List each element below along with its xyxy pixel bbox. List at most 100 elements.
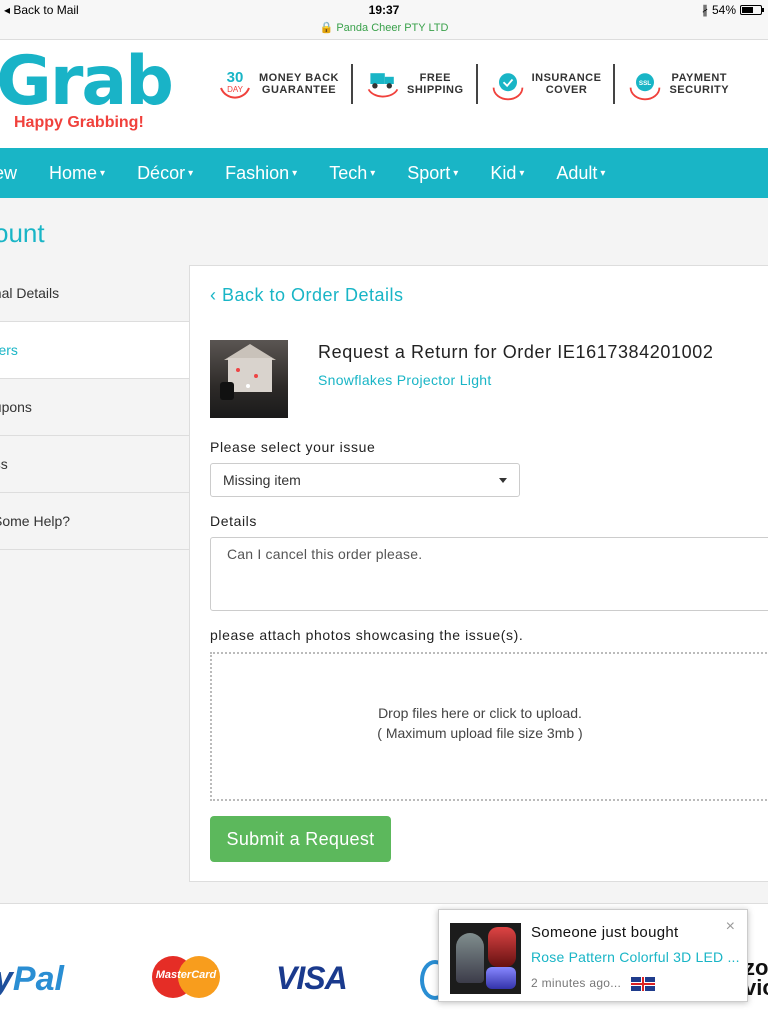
- toast-img-part: [486, 967, 516, 989]
- bluetooth-icon: ∦: [701, 3, 708, 17]
- truck-icon: [365, 66, 401, 102]
- status-bar: ◂ Back to Mail 19:37 🔒 Panda Cheer PTY L…: [0, 0, 768, 40]
- sidebar-item-address[interactable]: ess: [0, 436, 190, 493]
- battery-icon: [740, 5, 764, 15]
- sidebar-item-label: oupons: [0, 399, 32, 415]
- 30-day-sub: DAY: [227, 85, 244, 94]
- sidebar-item-label: rders: [0, 342, 18, 358]
- details-label: Details: [210, 513, 257, 529]
- badge-line1: MONEY BACK: [259, 72, 339, 84]
- badge-line2: GUARANTEE: [261, 84, 337, 96]
- caret-down-icon: ▾: [100, 168, 106, 180]
- uk-flag-icon: [631, 977, 655, 991]
- sidebar-item-personal-details[interactable]: onal Details: [0, 265, 190, 322]
- shield-icon: [490, 66, 526, 102]
- nav-item-tech[interactable]: Tech ▾: [313, 163, 391, 184]
- dropzone-line1: Drop files here or click to upload.: [378, 705, 582, 721]
- sidebar-item-label: l Some Help?: [0, 513, 71, 529]
- ssl-icon: SSL: [627, 66, 663, 102]
- nav-label: Home: [49, 162, 98, 183]
- caret-down-icon: ▾: [519, 168, 525, 180]
- nav-label: Décor: [137, 162, 186, 183]
- paypal-logo: yPal: [0, 960, 64, 999]
- chevron-down-icon: [499, 478, 507, 483]
- free-shipping-badge: FREE SHIPPING: [350, 64, 476, 104]
- 30-day-number: 30: [227, 69, 244, 86]
- battery-fill: [742, 7, 753, 13]
- file-dropzone[interactable]: Drop files here or click to upload. ( Ma…: [210, 652, 768, 801]
- request-title: Request a Return for Order IE16173842010…: [318, 342, 714, 362]
- payment-security-badge: SSL PAYMENT SECURITY: [613, 64, 741, 104]
- sidebar-item-label: ess: [0, 456, 8, 472]
- toast-img-part: [488, 927, 516, 967]
- dropzone-line2: ( Maximum upload file size 3mb ): [377, 725, 583, 741]
- nav-label: Tech: [329, 162, 368, 183]
- nav-item-kid[interactable]: Kid ▾: [474, 163, 540, 184]
- nav-item-new[interactable]: ew: [0, 163, 33, 184]
- nav-item-decor[interactable]: Décor ▾: [121, 163, 209, 184]
- badge-line1: PAYMENT: [671, 72, 728, 84]
- back-to-order-details-link[interactable]: ‹ Back to Order Details: [210, 285, 404, 306]
- insurance-badge: INSURANCE COVER: [475, 64, 614, 104]
- badge-line2: COVER: [545, 84, 588, 96]
- badge-line1: INSURANCE: [531, 72, 602, 84]
- logo-word: Grab: [0, 42, 174, 121]
- attach-label: please attach photos showcasing the issu…: [210, 627, 524, 643]
- nav-item-sport[interactable]: Sport ▾: [391, 163, 474, 184]
- thumb-dot: [236, 368, 240, 372]
- nav-item-fashion[interactable]: Fashion ▾: [209, 163, 313, 184]
- issue-select-value: Missing item: [223, 472, 301, 488]
- 30-day-icon: 30 DAY: [217, 66, 253, 102]
- nav-label: Sport: [407, 162, 451, 183]
- nav-item-home[interactable]: Home ▾: [33, 163, 121, 184]
- submit-request-button[interactable]: Submit a Request: [210, 816, 391, 862]
- page-title: ount: [0, 218, 45, 248]
- recent-purchase-toast[interactable]: Someone just bought Rose Pattern Colorfu…: [438, 909, 748, 1002]
- thumb-dot: [246, 384, 250, 388]
- visa-logo: VISA: [276, 960, 348, 996]
- thumb-house: [228, 358, 272, 392]
- product-link[interactable]: Snowflakes Projector Light: [318, 372, 492, 388]
- caret-down-icon: ▾: [370, 168, 376, 180]
- badge-line2: SHIPPING: [406, 84, 464, 96]
- clock: 19:37: [368, 3, 400, 17]
- site-header: Grab Happy Grabbing! 30 DAY MONEY BACK GU…: [0, 40, 768, 148]
- grab-logo[interactable]: Grab Happy Grabbing!: [0, 42, 174, 132]
- toast-product-link[interactable]: Rose Pattern Colorful 3D LED ...: [531, 949, 739, 965]
- toast-title: Someone just bought: [531, 924, 679, 941]
- issue-label: Please select your issue: [210, 439, 376, 455]
- mastercard-label: MasterCard: [155, 969, 217, 981]
- badge-line2: SECURITY: [669, 84, 730, 96]
- sidebar-item-coupons[interactable]: oupons: [0, 379, 190, 436]
- lock-icon: 🔒: [319, 22, 334, 34]
- sidebar-item-help[interactable]: l Some Help?: [0, 493, 190, 550]
- product-thumbnail[interactable]: [210, 340, 288, 418]
- paypal-part-b: Pal: [12, 960, 64, 998]
- thumb-dot: [254, 374, 258, 378]
- caret-down-icon: ▾: [292, 168, 298, 180]
- sidebar-item-label: onal Details: [0, 285, 60, 301]
- site-label: Panda Cheer PTY LTD: [336, 22, 449, 34]
- toast-img-part: [456, 933, 484, 983]
- issue-select[interactable]: Missing item: [210, 463, 520, 497]
- nav-item-adult[interactable]: Adult ▾: [540, 163, 621, 184]
- trust-badges: 30 DAY MONEY BACK GUARANTEE FREE SHIPPING: [205, 64, 741, 104]
- money-back-badge: 30 DAY MONEY BACK GUARANTEE: [205, 64, 351, 104]
- main-nav: ew Home▾ Décor▾ Fashion▾ Tech▾ Sport▾ Ki…: [0, 148, 768, 198]
- details-textarea[interactable]: Can I cancel this order please.: [210, 537, 768, 611]
- caret-down-icon: ▾: [600, 168, 606, 180]
- toast-product-image: [450, 923, 521, 994]
- close-icon[interactable]: ×: [726, 918, 735, 936]
- sidebar-item-orders[interactable]: rders: [0, 322, 190, 379]
- nav-label: Fashion: [225, 162, 290, 183]
- return-request-panel: ‹ Back to Order Details Request a Return…: [189, 265, 768, 882]
- paypal-part-a: y: [0, 960, 13, 998]
- account-sidebar: onal Details rders oupons ess l Some Hel…: [0, 265, 190, 550]
- site-name: 🔒 Panda Cheer PTY LTD: [0, 21, 768, 34]
- ssl-label: SSL: [639, 80, 651, 87]
- toast-time: 2 minutes ago...: [531, 976, 622, 990]
- logo-tagline: Happy Grabbing!: [14, 114, 144, 131]
- nav-label: Kid: [490, 162, 517, 183]
- nav-label: ew: [0, 162, 18, 183]
- caret-down-icon: ▾: [453, 168, 459, 180]
